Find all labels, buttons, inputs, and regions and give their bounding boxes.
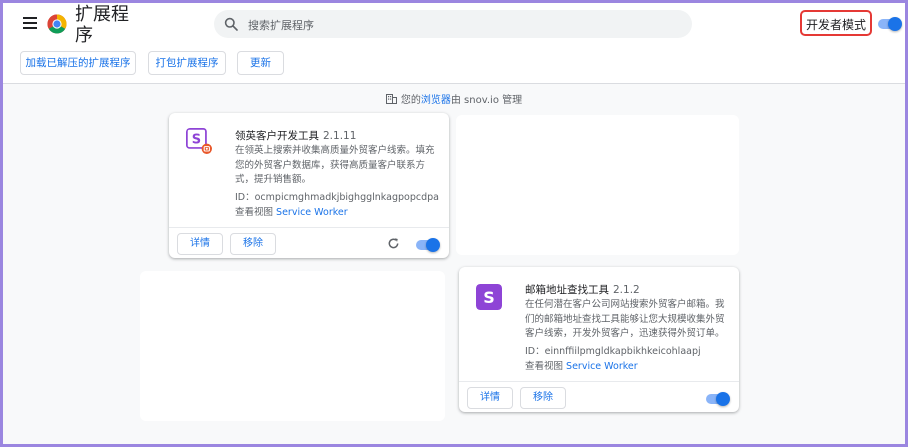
toolbar: 加载已解压的扩展程序 打包扩展程序 更新 (3, 47, 905, 84)
building-icon (385, 94, 397, 104)
dev-mode-highlight: 开发者模式 (800, 10, 872, 36)
inspect-views: 查看视图 Service Worker (235, 204, 348, 218)
pack-extension-button[interactable]: 打包扩展程序 (148, 51, 226, 75)
managed-notice: 您的浏览器由 snov.io 管理 (3, 91, 905, 106)
extension-card: S 领英客户开发工具 2.1.11 在领英上搜索并收集高质量外贸客户线索。填充您的… (169, 113, 449, 258)
extension-name: 邮箱地址查找工具 2.1.2 (525, 282, 640, 297)
dev-mode-label: 开发者模式 (805, 18, 866, 32)
load-unpacked-button[interactable]: 加载已解压的扩展程序 (20, 51, 136, 75)
chrome-logo-icon (47, 14, 67, 34)
extension-version: 2.1.2 (613, 284, 640, 296)
browser-link[interactable]: 浏览器 (421, 95, 451, 106)
svg-text:S: S (192, 133, 201, 148)
page-title: 扩展程序 (75, 4, 129, 46)
id-value: einnffiilpmgldkapbikhkeicohlaapj (544, 346, 701, 357)
dev-mode-toggle[interactable] (878, 17, 902, 31)
extension-name: 领英客户开发工具 2.1.11 (235, 128, 356, 143)
search-box[interactable]: 搜索扩展程序 (214, 10, 692, 38)
search-input[interactable]: 搜索扩展程序 (248, 17, 314, 33)
menu-icon[interactable] (23, 17, 37, 29)
details-button[interactable]: 详情 (177, 233, 223, 255)
card-divider (459, 381, 739, 382)
id-label: ID： (525, 346, 545, 357)
views-label: 查看视图 (525, 361, 564, 372)
extension-id: ID：einnffiilpmgldkapbikhkeicohlaapj (525, 343, 701, 357)
id-value: ocmpicmghmadkjbighgglnkagpopcdpa (254, 192, 439, 203)
linkedin-prospector-icon: S (186, 128, 212, 154)
card-divider (169, 227, 449, 228)
extension-enable-toggle[interactable] (416, 238, 440, 252)
extension-version: 2.1.11 (323, 130, 357, 142)
views-label: 查看视图 (235, 207, 274, 218)
empty-card-slot (140, 271, 445, 421)
id-label: ID： (235, 192, 255, 203)
toggle-knob (426, 238, 440, 252)
email-finder-icon: S (476, 284, 502, 310)
update-button[interactable]: 更新 (237, 51, 284, 75)
reload-icon[interactable] (387, 237, 400, 250)
managed-suffix: 由 snov.io 管理 (450, 95, 523, 106)
extension-description: 在领英上搜索并收集高质量外贸客户线索。填充您的外贸客户数据库，获得高质量客户联系… (235, 145, 435, 185)
extension-description: 在任何潜在客户公司网站搜索外贸客户邮箱。我们的邮箱地址查找工具能够让您大规模收集… (525, 299, 725, 339)
extension-enable-toggle[interactable] (706, 392, 730, 406)
service-worker-link[interactable]: Service Worker (566, 361, 638, 372)
remove-button[interactable]: 移除 (230, 233, 276, 255)
top-bar: 扩展程序 搜索扩展程序 开发者模式 (3, 3, 905, 47)
extensions-page: 扩展程序 搜索扩展程序 开发者模式 加载已解压的扩展程序 打包扩展程序 更新 您… (3, 3, 905, 444)
toggle-knob (888, 17, 902, 31)
toggle-knob (716, 392, 730, 406)
extension-card: S 邮箱地址查找工具 2.1.2 在任何潜在客户公司网站搜索外贸客户邮箱。我们的邮… (459, 267, 739, 412)
svg-text:S: S (483, 288, 495, 307)
extension-title: 领英客户开发工具 (235, 130, 319, 142)
service-worker-link[interactable]: Service Worker (276, 207, 348, 218)
remove-button[interactable]: 移除 (520, 387, 566, 409)
extension-title: 邮箱地址查找工具 (525, 284, 609, 296)
search-icon (224, 17, 238, 31)
details-button[interactable]: 详情 (467, 387, 513, 409)
managed-prefix: 您的 (400, 95, 421, 106)
empty-card-slot (456, 115, 739, 255)
extension-id: ID：ocmpicmghmadkjbighgglnkagpopcdpa (235, 189, 439, 203)
inspect-views: 查看视图 Service Worker (525, 358, 638, 372)
